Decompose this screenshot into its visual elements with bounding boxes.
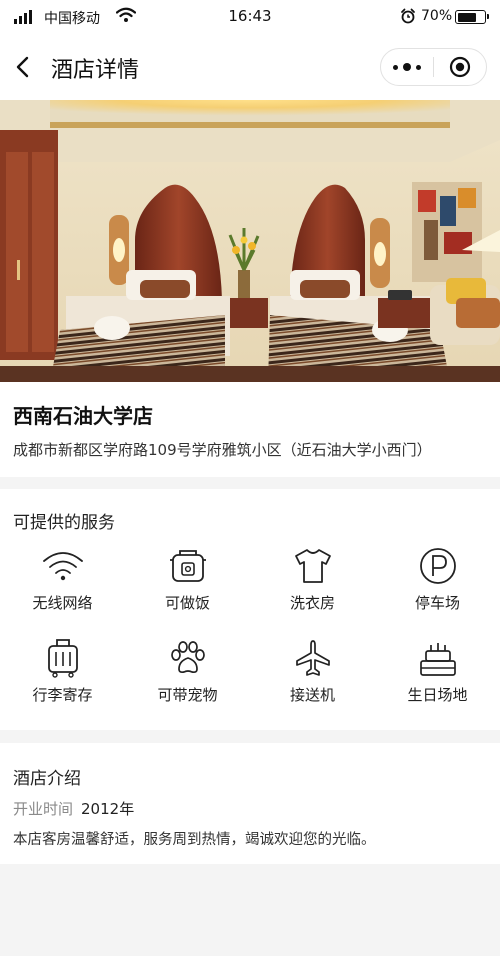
- alarm-icon: [401, 8, 415, 24]
- more-button[interactable]: [381, 49, 433, 85]
- service-item-pets: 可带宠物: [125, 633, 250, 725]
- services-grid: 无线网络 可做饭 洗衣房 停车场 行李寄存 可带宠物 接送机 生日场地: [0, 541, 500, 725]
- hotel-info-card: 西南石油大学店 成都市新都区学府路109号学府雅筑小区（近石油大学小西门）: [0, 382, 500, 477]
- services-section: 可提供的服务 无线网络 可做饭 洗衣房 停车场 行李寄存 可带宠物 接送机 生日…: [0, 489, 500, 730]
- hotel-description: 本店客房温馨舒适，服务周到热情，竭诚欢迎您的光临。: [13, 832, 376, 848]
- battery-percentage: 70%: [421, 8, 453, 24]
- back-button[interactable]: [8, 52, 36, 82]
- intro-title: 酒店介绍: [13, 769, 81, 789]
- hotel-intro-section: 酒店介绍 开业时间 2012年 本店客房温馨舒适，服务周到热情，竭诚欢迎您的光临。: [0, 743, 500, 864]
- birthday-cake-icon: [419, 643, 456, 676]
- service-label: 生日场地: [407, 686, 468, 704]
- service-item-luggage: 行李寄存: [0, 633, 125, 725]
- service-label: 洗衣房: [289, 594, 335, 612]
- parking-icon: [419, 548, 456, 584]
- service-label: 可带宠物: [157, 686, 218, 704]
- opening-year-value: 2012年: [81, 800, 135, 818]
- hotel-name: 西南石油大学店: [13, 404, 153, 428]
- luggage-icon: [47, 639, 78, 678]
- service-label: 行李寄存: [32, 686, 93, 704]
- battery-icon: [455, 10, 489, 24]
- target-circle-icon: [449, 56, 471, 78]
- status-bar: 中国移动 16:43 70%: [0, 0, 500, 34]
- hotel-room-photo: [0, 100, 500, 382]
- services-title: 可提供的服务: [13, 513, 115, 533]
- service-item-parking: 停车场: [375, 541, 500, 633]
- opening-year-row: 开业时间 2012年: [13, 798, 134, 819]
- chevron-left-icon: [16, 56, 29, 78]
- service-label: 无线网络: [32, 594, 93, 612]
- service-item-wifi: 无线网络: [0, 541, 125, 633]
- navigation-bar: 酒店详情: [0, 34, 500, 100]
- service-item-laundry: 洗衣房: [250, 541, 375, 633]
- paw-icon: [170, 641, 205, 674]
- service-item-birthday-venue: 生日场地: [375, 633, 500, 725]
- close-mini-program-button[interactable]: [434, 49, 486, 85]
- service-item-airport-transfer: 接送机: [250, 633, 375, 725]
- shirt-icon: [294, 549, 331, 583]
- rice-cooker-icon: [169, 550, 206, 582]
- opening-year-label: 开业时间: [13, 800, 74, 818]
- wifi-icon: [42, 552, 83, 581]
- hotel-address[interactable]: 成都市新都区学府路109号学府雅筑小区（近石油大学小西门）: [13, 439, 432, 460]
- mini-program-capsule: [380, 48, 487, 86]
- service-label: 停车场: [414, 594, 460, 612]
- page-title: 酒店详情: [51, 58, 140, 83]
- service-item-cooking: 可做饭: [125, 541, 250, 633]
- service-label: 可做饭: [164, 594, 210, 612]
- airplane-icon: [295, 640, 330, 676]
- service-label: 接送机: [289, 686, 335, 704]
